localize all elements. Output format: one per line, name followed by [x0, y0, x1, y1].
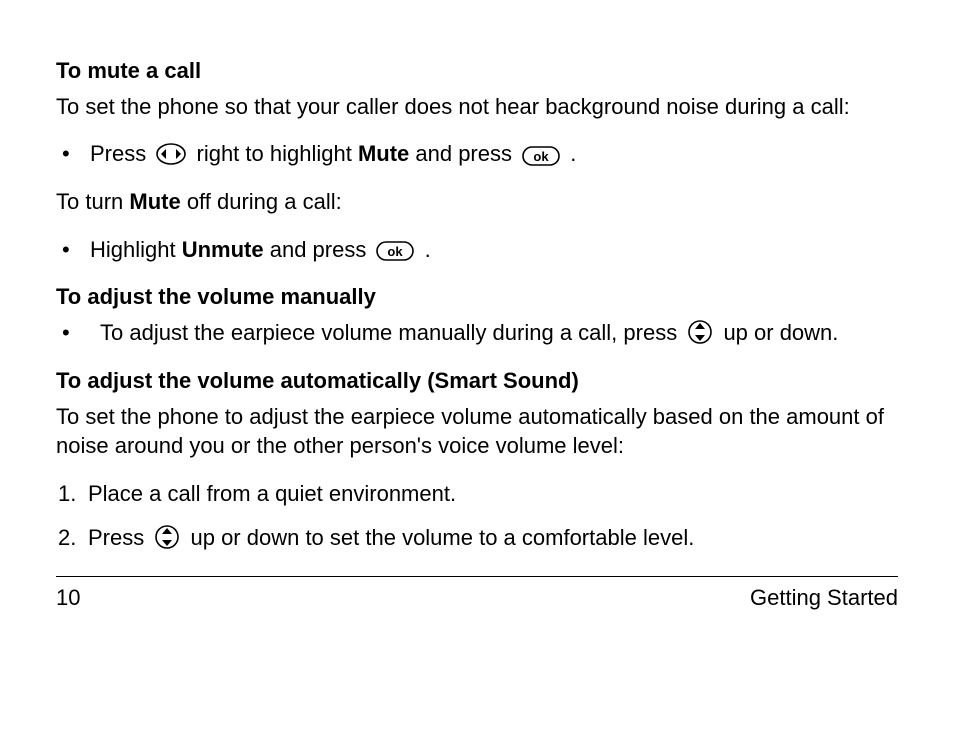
step-2: 2. Press up or down to set the volume to… [58, 523, 898, 553]
heading-volume-auto: To adjust the volume automatically (Smar… [56, 366, 898, 396]
text: Press [88, 525, 150, 550]
text: Press [90, 141, 146, 166]
step-1: 1. Place a call from a quiet environment… [58, 479, 898, 509]
text: up or down. [723, 320, 838, 345]
bullet-volume-manual: • To adjust the earpiece volume manually… [62, 318, 898, 348]
nav-up-down-icon [687, 320, 713, 344]
bullet-marker: • [62, 318, 80, 348]
para-mute-intro: To set the phone so that your caller doe… [56, 92, 898, 122]
bullet-mute-off: • Highlight Unmute and press ok . [62, 235, 898, 265]
text: right to highlight [197, 141, 358, 166]
svg-text:ok: ok [388, 244, 404, 259]
step-text: Place a call from a quiet environment. [88, 479, 898, 509]
step-number: 2. [58, 523, 82, 553]
bullet-mute-on: • Press right to highlight Mute and pres… [62, 139, 898, 169]
bold-unmute: Unmute [182, 237, 264, 262]
bold-mute: Mute [129, 189, 180, 214]
svg-text:ok: ok [534, 149, 550, 164]
text: To turn [56, 189, 129, 214]
text: off during a call: [181, 189, 342, 214]
nav-up-down-icon [154, 525, 180, 549]
bullet-text: Highlight Unmute and press ok . [90, 235, 898, 265]
text: . [570, 141, 576, 166]
page-body: To mute a call To set the phone so that … [0, 0, 954, 552]
bold-mute: Mute [358, 141, 409, 166]
ok-button-icon: ok [376, 239, 414, 259]
page-number: 10 [56, 585, 80, 611]
ok-button-icon: ok [522, 144, 560, 164]
bullet-marker: • [62, 139, 80, 169]
text: and press [409, 141, 518, 166]
heading-mute-call: To mute a call [56, 56, 898, 86]
text: Highlight [90, 237, 182, 262]
page-footer: 10 Getting Started [56, 576, 898, 611]
text: To adjust the earpiece volume manually d… [100, 320, 683, 345]
text: up or down to set the volume to a comfor… [190, 525, 694, 550]
bullet-marker: • [62, 235, 80, 265]
step-number: 1. [58, 479, 82, 509]
bullet-text: Press right to highlight Mute and press … [90, 139, 898, 169]
step-text: Press up or down to set the volume to a … [88, 523, 898, 553]
bullet-text: To adjust the earpiece volume manually d… [90, 318, 898, 348]
nav-left-right-icon [156, 143, 186, 165]
para-auto-intro: To set the phone to adjust the earpiece … [56, 402, 898, 461]
para-mute-off-intro: To turn Mute off during a call: [56, 187, 898, 217]
section-name: Getting Started [750, 585, 898, 611]
heading-volume-manual: To adjust the volume manually [56, 282, 898, 312]
text: and press [264, 237, 373, 262]
text: . [425, 237, 431, 262]
